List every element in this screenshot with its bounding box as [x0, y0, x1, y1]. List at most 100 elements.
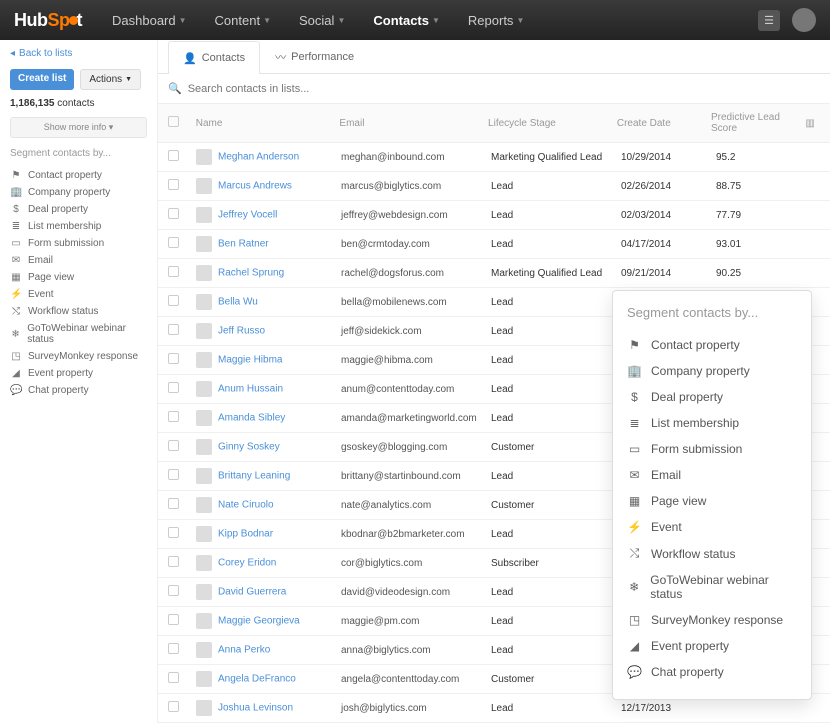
lead-score: 88.75 [716, 181, 806, 192]
lead-score: 93.01 [716, 239, 806, 250]
logo[interactable]: HubSpt [14, 10, 82, 31]
contact-name[interactable]: Amanda Sibley [218, 413, 285, 424]
row-checkbox[interactable] [168, 150, 179, 161]
contact-name[interactable]: Anna Perko [218, 645, 270, 656]
popup-item-list-membership[interactable]: ≣List membership [627, 410, 797, 436]
create-list-button[interactable]: Create list [10, 69, 74, 90]
row-checkbox[interactable] [168, 701, 179, 712]
filter-contact-property[interactable]: ⚑Contact property [10, 167, 147, 184]
contact-name[interactable]: Maggie Hibma [218, 355, 282, 366]
row-checkbox[interactable] [168, 295, 179, 306]
popup-item-form-submission[interactable]: ▭Form submission [627, 436, 797, 462]
filter-company-property[interactable]: 🏢Company property [10, 184, 147, 201]
row-checkbox[interactable] [168, 353, 179, 364]
popup-item-event-property[interactable]: ◢Event property [627, 633, 797, 659]
contact-name[interactable]: Kipp Bodnar [218, 529, 273, 540]
filter-event-property[interactable]: ◢Event property [10, 365, 147, 382]
contact-name[interactable]: Nate Ciruolo [218, 500, 274, 511]
contact-email: meghan@inbound.com [341, 152, 491, 163]
tab-contacts[interactable]: 👤Contacts [168, 41, 260, 74]
filter-icon: ≣ [10, 221, 22, 232]
row-checkbox[interactable] [168, 672, 179, 683]
table-row[interactable]: Marcus Andrewsmarcus@biglytics.comLead02… [158, 172, 830, 201]
filter-surveymonkey-response[interactable]: ◳SurveyMonkey response [10, 348, 147, 365]
row-checkbox[interactable] [168, 440, 179, 451]
filter-list-membership[interactable]: ≣List membership [10, 218, 147, 235]
table-row[interactable]: Jeffrey Vocelljeffrey@webdesign.comLead0… [158, 201, 830, 230]
actions-button[interactable]: Actions▼ [80, 69, 141, 90]
row-checkbox[interactable] [168, 527, 179, 538]
contact-email: josh@biglytics.com [341, 703, 491, 714]
table-row[interactable]: Rachel Sprungrachel@dogsforus.comMarketi… [158, 259, 830, 288]
nav-content[interactable]: Content ▼ [215, 13, 271, 28]
contact-name[interactable]: Joshua Levinson [218, 703, 293, 714]
popup-item-event[interactable]: ⚡Event [627, 514, 797, 540]
contact-name[interactable]: Ginny Soskey [218, 442, 280, 453]
popup-item-page-view[interactable]: ▦Page view [627, 488, 797, 514]
back-link[interactable]: ◂ Back to lists [10, 48, 147, 59]
nav-social[interactable]: Social ▼ [299, 13, 345, 28]
popup-item-chat-property[interactable]: 💬Chat property [627, 659, 797, 685]
lifecycle-stage: Lead [491, 239, 621, 250]
popup-item-deal-property[interactable]: $Deal property [627, 384, 797, 410]
contact-name[interactable]: Corey Eridon [218, 558, 276, 569]
columns-icon[interactable]: ▥ [800, 118, 820, 129]
lifecycle-stage: Customer [491, 674, 621, 685]
show-more-button[interactable]: Show more info ▾ [10, 117, 147, 138]
contact-name[interactable]: Rachel Sprung [218, 268, 284, 279]
row-checkbox[interactable] [168, 498, 179, 509]
row-checkbox[interactable] [168, 585, 179, 596]
contact-name[interactable]: Anum Hussain [218, 384, 283, 395]
tab-performance[interactable]: 〰Performance [260, 40, 369, 73]
contact-name[interactable]: Meghan Anderson [218, 152, 299, 163]
table-row[interactable]: Meghan Andersonmeghan@inbound.comMarketi… [158, 143, 830, 172]
filter-gotowebinar-webinar-status[interactable]: ❄GoToWebinar webinar status [10, 320, 147, 348]
row-checkbox[interactable] [168, 208, 179, 219]
popup-icon: ◳ [627, 613, 642, 627]
search-input[interactable] [188, 83, 820, 95]
row-checkbox[interactable] [168, 237, 179, 248]
search-row: 🔍 [158, 74, 830, 104]
popup-item-contact-property[interactable]: ⚑Contact property [627, 332, 797, 358]
contact-name[interactable]: Marcus Andrews [218, 181, 292, 192]
nav-reports[interactable]: Reports ▼ [468, 13, 524, 28]
row-checkbox[interactable] [168, 411, 179, 422]
row-checkbox[interactable] [168, 469, 179, 480]
row-checkbox[interactable] [168, 266, 179, 277]
popup-item-company-property[interactable]: 🏢Company property [627, 358, 797, 384]
filter-workflow-status[interactable]: ⤭Workflow status [10, 303, 147, 320]
contact-name[interactable]: Angela DeFranco [218, 674, 296, 685]
nav-dashboard[interactable]: Dashboard ▼ [112, 13, 187, 28]
row-checkbox[interactable] [168, 643, 179, 654]
row-checkbox[interactable] [168, 614, 179, 625]
row-checkbox[interactable] [168, 324, 179, 335]
menu-icon[interactable]: ☰ [758, 10, 780, 31]
filter-page-view[interactable]: ▦Page view [10, 269, 147, 286]
filter-event[interactable]: ⚡Event [10, 286, 147, 303]
row-checkbox[interactable] [168, 556, 179, 567]
popup-item-workflow-status[interactable]: ⤭Workflow status [627, 540, 797, 567]
lifecycle-stage: Marketing Qualified Lead [491, 268, 621, 279]
contact-name[interactable]: Jeffrey Vocell [218, 210, 277, 221]
popup-item-gotowebinar-webinar-status[interactable]: ❄GoToWebinar webinar status [627, 567, 797, 607]
lead-score: 90.25 [716, 268, 806, 279]
filter-form-submission[interactable]: ▭Form submission [10, 235, 147, 252]
popup-item-surveymonkey-response[interactable]: ◳SurveyMonkey response [627, 607, 797, 633]
nav-contacts[interactable]: Contacts ▼ [373, 13, 440, 28]
table-row[interactable]: Ben Ratnerben@crmtoday.comLead04/17/2014… [158, 230, 830, 259]
user-avatar[interactable] [792, 8, 816, 32]
contact-name[interactable]: Maggie Georgieva [218, 616, 300, 627]
select-all-checkbox[interactable] [168, 116, 179, 127]
filter-email[interactable]: ✉Email [10, 252, 147, 269]
row-checkbox[interactable] [168, 179, 179, 190]
filter-deal-property[interactable]: $Deal property [10, 201, 147, 218]
contact-name[interactable]: David Guerrera [218, 587, 286, 598]
contact-name[interactable]: Brittany Leaning [218, 471, 290, 482]
filter-chat-property[interactable]: 💬Chat property [10, 382, 147, 399]
popup-item-email[interactable]: ✉Email [627, 462, 797, 488]
contact-name[interactable]: Ben Ratner [218, 239, 269, 250]
contact-name[interactable]: Bella Wu [218, 297, 258, 308]
contact-name[interactable]: Jeff Russo [218, 326, 265, 337]
row-checkbox[interactable] [168, 382, 179, 393]
lifecycle-stage: Lead [491, 355, 621, 366]
